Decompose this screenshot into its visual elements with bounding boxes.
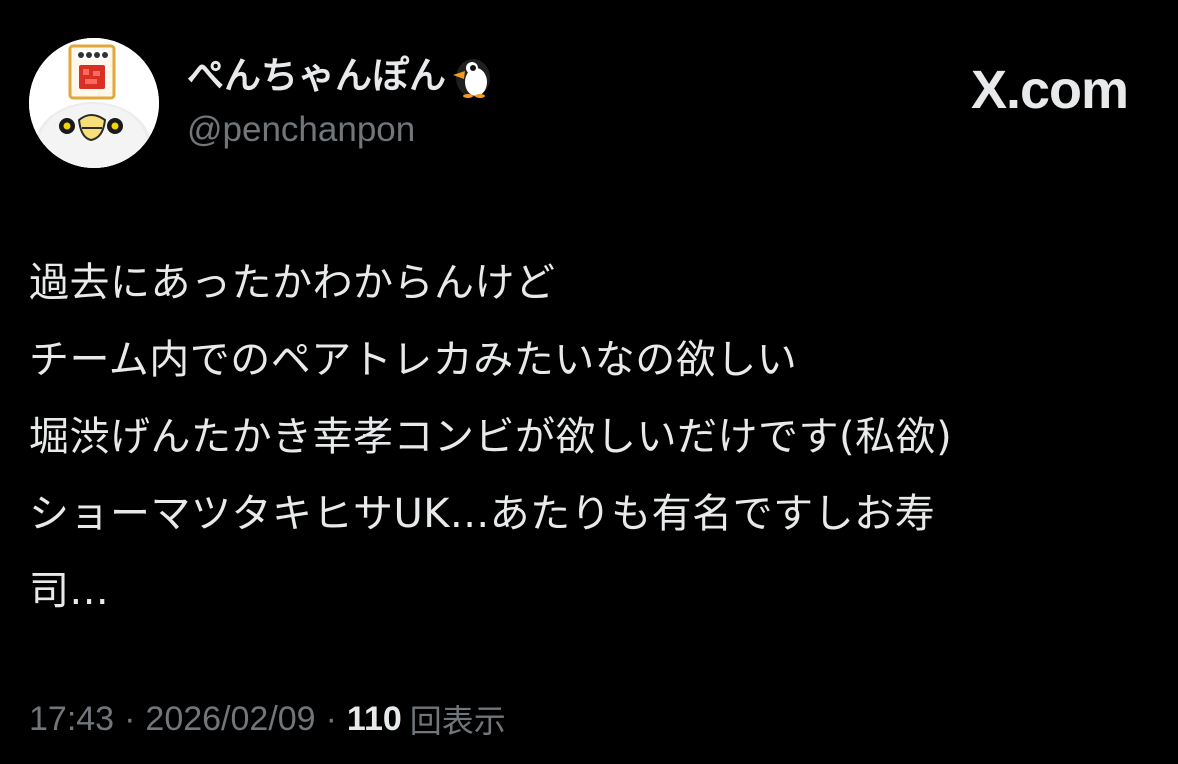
avatar[interactable]: [29, 38, 159, 168]
post-card: ぺんちゃんぽん @penchanpon X.com 過去にあったかわからんけど …: [0, 0, 1178, 764]
post-date[interactable]: 2026/02/09: [145, 700, 315, 739]
post-text: 過去にあったかわからんけど チーム内でのペアトレカみたいなの欲しい 堀渋げんたか…: [29, 245, 1159, 630]
x-logo-text: X.com: [970, 60, 1129, 120]
penguin-icon: [450, 54, 496, 98]
post-text-line: ショーマツタキヒサUK...あたりも有名ですしお寿: [29, 491, 936, 537]
post-text-line: 過去にあったかわからんけど: [29, 260, 556, 306]
display-name-text: ぺんちゃんぽん: [187, 54, 446, 97]
post-text-line: 堀渋げんたかき幸孝コンビが欲しいだけです(私欲): [29, 414, 953, 460]
meta-separator: ·: [124, 699, 136, 738]
meta-separator: ·: [325, 699, 337, 738]
author-handle[interactable]: @penchanpon: [187, 108, 415, 152]
author-name[interactable]: ぺんちゃんぽん: [187, 52, 496, 100]
post-text-line: チーム内でのペアトレカみたいなの欲しい: [29, 337, 798, 383]
post-meta: 17:43 · 2026/02/09 · 110 回表示: [29, 695, 506, 743]
views-count: 110: [346, 699, 402, 738]
post-time[interactable]: 17:43: [29, 700, 114, 739]
views-label: 回表示: [409, 702, 506, 740]
penguin-avatar-icon: [29, 38, 159, 168]
post-text-line: 司...: [29, 568, 110, 614]
